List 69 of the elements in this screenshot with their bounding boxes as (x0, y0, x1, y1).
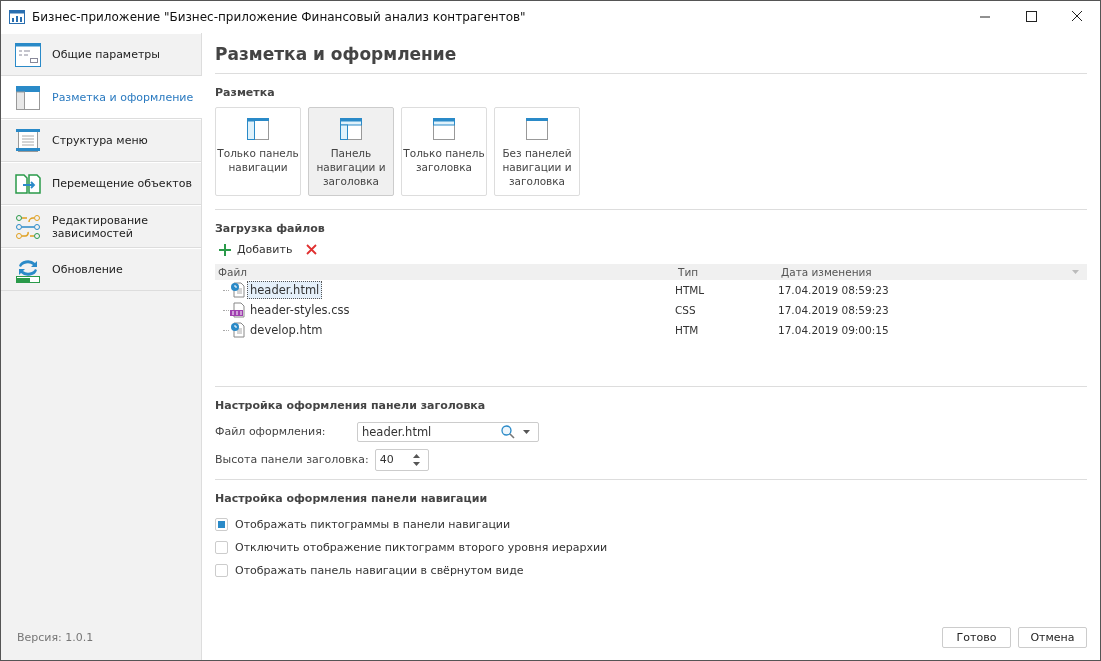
column-header[interactable]: Файл (215, 266, 675, 278)
file-combobox[interactable]: header.html (357, 421, 539, 442)
layout-option[interactable]: Без панелей навигации и заголовка (494, 107, 580, 196)
layout-icon (526, 118, 548, 140)
web-file-icon (230, 322, 246, 338)
layout-option-label: Только панель навигации (216, 146, 300, 174)
sidebar-item[interactable]: Редактирование зависимостей (1, 205, 201, 248)
sidebar-item-label: Разметка и оформление (52, 91, 194, 104)
layout-icon (15, 85, 41, 110)
file-name[interactable]: develop.htm (247, 321, 326, 339)
field-label: Файл оформления: (215, 425, 327, 438)
checkbox[interactable] (215, 541, 228, 554)
layout-icon (247, 118, 269, 140)
number-spinbox[interactable]: 40 (374, 448, 429, 471)
sidebar-item-label: Структура меню (52, 134, 148, 147)
layout-icon (340, 118, 362, 140)
dropdown-arrow-icon[interactable] (523, 429, 530, 434)
form-icon (15, 42, 41, 67)
move-documents-icon (15, 172, 41, 195)
checkbox[interactable] (215, 518, 228, 531)
table-cell-text: 17.04.2019 09:00:15 (777, 324, 890, 336)
layout-icon (433, 118, 455, 140)
layout-option-label: Панель навигации и заголовка (315, 146, 387, 188)
add-button[interactable]: Добавить (219, 243, 293, 256)
column-header[interactable]: Тип (675, 266, 778, 278)
sidebar-item-label: Редактирование зависимостей (52, 213, 149, 240)
table-cell-text: HTML (674, 284, 706, 296)
layout-option[interactable]: Только панель заголовка (401, 107, 487, 196)
sidebar-item[interactable]: Структура меню (1, 119, 201, 162)
sidebar-item[interactable]: Разметка и оформление (1, 76, 202, 119)
checkbox[interactable] (215, 564, 228, 577)
delete-icon[interactable] (306, 244, 318, 255)
section-title: Настройка оформления панели заголовка (215, 399, 487, 412)
list-icon (15, 127, 41, 154)
search-icon[interactable] (501, 424, 515, 439)
layout-option[interactable]: Только панель навигации (215, 107, 301, 196)
layout-option[interactable]: Панель навигации и заголовка (308, 107, 394, 196)
table-cell-text: HTM (674, 324, 700, 336)
checkbox-label: Отключить отображение пиктограмм второго уровня иерархии (235, 541, 608, 554)
dialog-button[interactable]: Отмена (1018, 627, 1087, 648)
plus-icon (219, 243, 231, 256)
chart-window-icon (9, 10, 25, 24)
file-name[interactable]: header.html (247, 281, 323, 299)
file-name[interactable]: header-styles.css (247, 301, 353, 319)
layout-option-label: Только панель заголовка (402, 146, 486, 174)
table-cell-text: 17.04.2019 08:59:23 (777, 284, 890, 296)
window-title: Бизнес-приложение "Бизнес-приложение Финансовый анализ контрагентов" (32, 10, 527, 24)
sidebar-item-label: Обновление (52, 263, 123, 276)
page-title: Разметка и оформление (215, 44, 458, 64)
section-title: Загрузка файлов (215, 222, 326, 235)
sidebar-item[interactable]: Обновление (1, 248, 201, 291)
section-title: Настройка оформления панели навигации (215, 492, 489, 505)
column-header[interactable]: Дата изменения (778, 266, 1072, 278)
checkbox-label: Отображать пиктограммы в панели навигации (235, 518, 511, 531)
dialog-button[interactable]: Готово (942, 627, 1011, 648)
connections-icon (15, 213, 41, 240)
css-file-icon (230, 302, 246, 318)
sidebar-item-label: Общие параметры (52, 48, 160, 61)
stepper-arrows-icon[interactable] (412, 453, 420, 466)
table-cell-text: 17.04.2019 08:59:23 (777, 304, 890, 316)
checkbox-label: Отображать панель навигации в свёрнутом виде (235, 564, 524, 577)
layout-option-label: Без панелей навигации и заголовка (501, 146, 573, 188)
version-label: Версия: 1.0.1 (16, 631, 95, 646)
section-title: Разметка (215, 86, 276, 99)
web-file-icon (230, 282, 246, 298)
sidebar-item-label: Перемещение объектов (52, 177, 192, 190)
sidebar-item[interactable]: Перемещение объектов (1, 162, 201, 205)
field-label: Высота панели заголовка: (215, 453, 369, 466)
table-cell-text: CSS (674, 304, 697, 316)
